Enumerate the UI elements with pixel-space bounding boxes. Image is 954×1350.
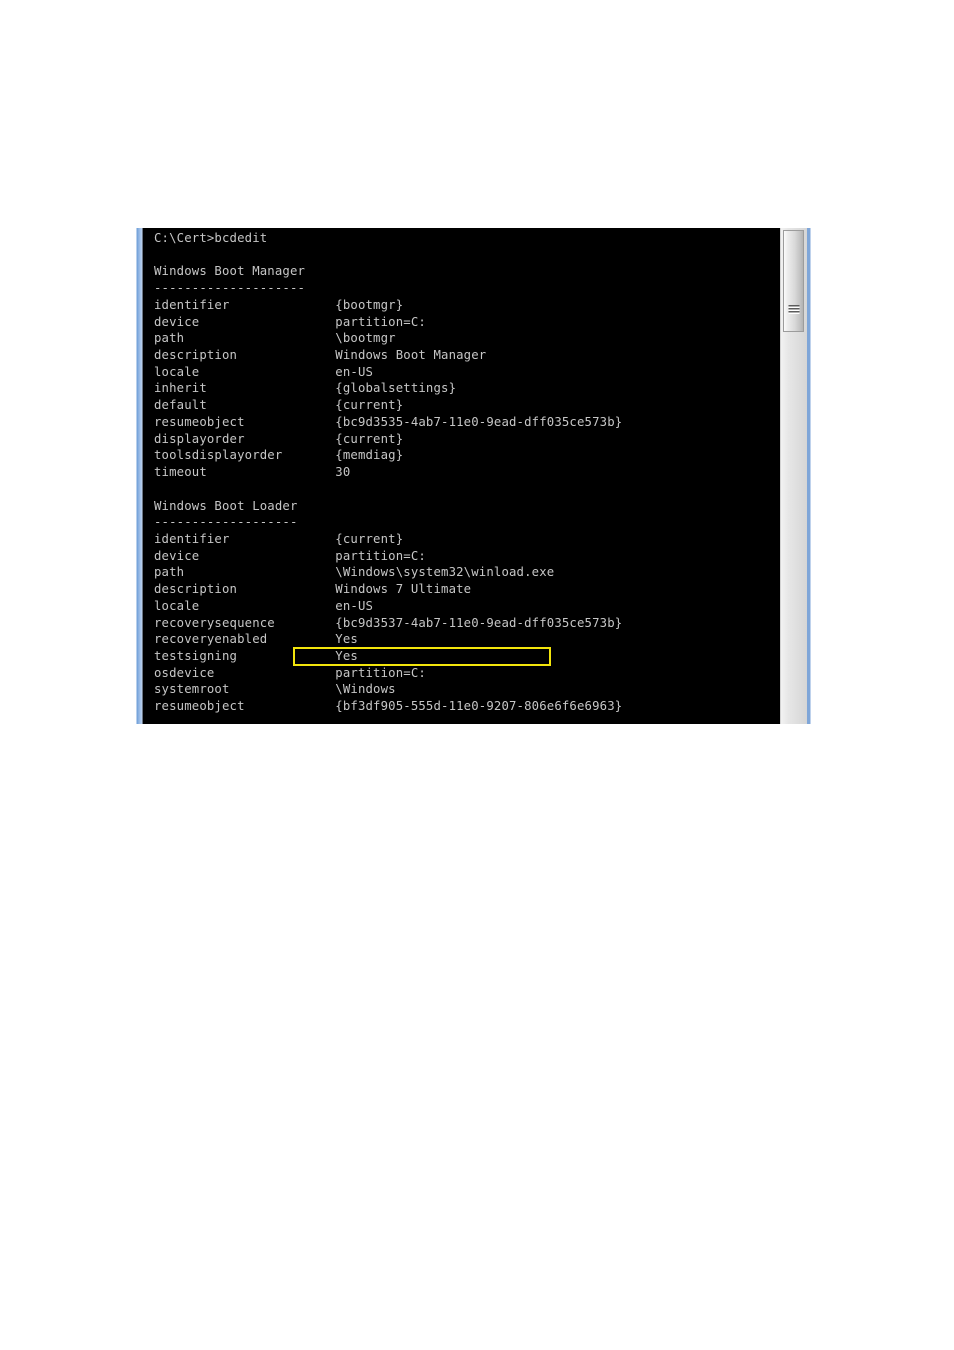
console-window-screenshot: C:\Cert>bcdedit Windows Boot Manager ---… [136,228,812,724]
console-output-surface[interactable]: C:\Cert>bcdedit Windows Boot Manager ---… [143,228,780,724]
vertical-scrollbar[interactable] [780,228,807,724]
scroll-grip-lines-icon [788,305,799,314]
console-output-text: C:\Cert>bcdedit Windows Boot Manager ---… [154,231,623,714]
window-left-edge [136,228,143,724]
window-right-edge [807,228,812,724]
document-page: C:\Cert>bcdedit Windows Boot Manager ---… [0,0,954,1350]
scrollbar-thumb[interactable] [783,230,804,332]
